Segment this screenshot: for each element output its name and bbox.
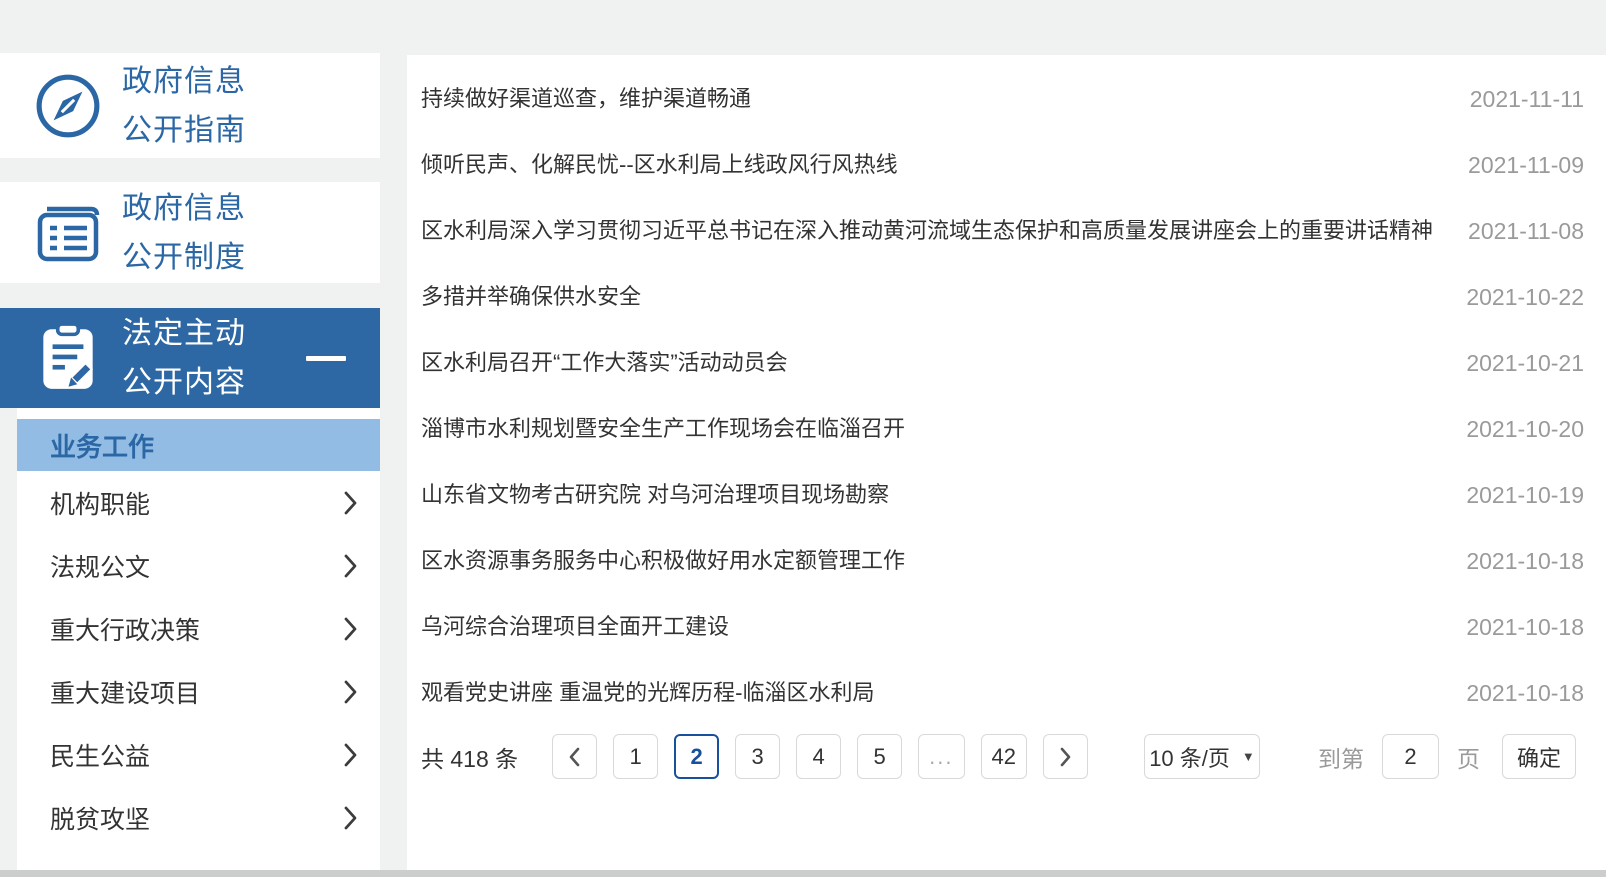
sidebar-menu-item-label: 脱贫攻坚 <box>50 805 151 834</box>
news-title-link[interactable]: 持续做好渠道巡查，维护渠道畅通 <box>421 66 1470 132</box>
total-count-label: 共 418 条 <box>421 745 519 772</box>
sidebar-item-gov-info-guide[interactable]: 政府信息 公开指南 <box>0 53 380 158</box>
goto-prefix-label: 到第 <box>1317 745 1364 772</box>
chevron-right-icon <box>343 553 358 579</box>
sidebar-item-gov-info-system[interactable]: 政府信息 公开制度 <box>0 182 380 283</box>
chevron-right-icon <box>343 490 358 516</box>
sidebar-menu-item[interactable]: 脱贫攻坚 <box>17 786 380 849</box>
pagination-bar: 共 418 条 12345... 42 10 条/页 ▼ 到第 页 <box>407 734 1606 779</box>
goto-page-group: 到第 页 确定 <box>1318 734 1576 779</box>
chevron-right-icon <box>343 742 358 768</box>
news-row: 区水利局深入学习贯彻习近平总书记在深入推动黄河流域生态保护和高质量发展讲座会上的… <box>421 198 1584 264</box>
news-date: 2021-10-19 <box>1466 481 1584 508</box>
news-date: 2021-10-18 <box>1466 547 1584 574</box>
page-number-buttons: 1 2 3 4 5... 42 <box>597 734 1027 779</box>
page-number-button[interactable]: 4 <box>796 734 842 779</box>
sidebar-menu-item[interactable]: 重大行政决策 <box>17 597 380 660</box>
news-title-link[interactable]: 多措并举确保供水安全 <box>421 264 1466 330</box>
sidebar-menu-item-label: 重大建设项目 <box>50 679 201 708</box>
news-title-link[interactable]: 山东省文物考古研究院 对乌河治理项目现场勘察 <box>421 462 1466 528</box>
chevron-left-icon <box>569 747 580 766</box>
page-number-button[interactable]: 3 <box>735 734 781 779</box>
dropdown-arrow-icon: ▼ <box>1241 749 1255 764</box>
news-date: 2021-11-11 <box>1469 85 1584 112</box>
page-size-label: 10 条/页 <box>1149 745 1230 771</box>
sidebar-submenu-item-business-work-active[interactable]: 业务工作 <box>17 419 380 471</box>
goto-suffix-label: 页 <box>1456 745 1480 772</box>
sidebar-item-label: 政府信息 公开指南 <box>122 64 246 147</box>
compass-icon <box>30 72 106 140</box>
chevron-right-icon <box>343 616 358 642</box>
sidebar-submenu-list: 机构职能 法规公文 重大行政决策 重大建设项目 民生公益 脱贫攻坚 <box>17 471 380 849</box>
news-date: 2021-11-08 <box>1468 217 1584 244</box>
prev-page-button[interactable] <box>552 734 598 779</box>
news-row: 持续做好渠道巡查，维护渠道畅通 2021-11-11 <box>421 66 1584 132</box>
sidebar-item-label: 政府信息 公开制度 <box>122 191 246 274</box>
page-ellipsis-button[interactable]: ... <box>918 734 965 779</box>
news-row: 区水资源事务服务中心积极做好用水定额管理工作 2021-10-18 <box>421 528 1584 594</box>
news-row: 多措并举确保供水安全 2021-10-22 <box>421 264 1584 330</box>
news-title-link[interactable]: 区水资源事务服务中心积极做好用水定额管理工作 <box>421 528 1466 594</box>
sidebar-menu-item-label: 机构职能 <box>50 490 151 519</box>
page-number-button[interactable]: 1 <box>613 734 659 779</box>
sidebar: 政府信息 公开指南 政府信息 公开制度 法定主动 公开内容 业务工作 机构职能 … <box>0 53 380 870</box>
news-title-link[interactable]: 区水利局深入学习贯彻习近平总书记在深入推动黄河流域生态保护和高质量发展讲座会上的… <box>421 198 1468 264</box>
page-number-button[interactable]: 2 <box>674 734 720 779</box>
sidebar-menu-item[interactable]: 民生公益 <box>17 723 380 786</box>
sidebar-menu-item[interactable]: 法规公文 <box>17 534 380 597</box>
news-date: 2021-10-18 <box>1466 613 1584 640</box>
page-size-select[interactable]: 10 条/页 ▼ <box>1143 734 1260 779</box>
sidebar-menu-item-label: 民生公益 <box>50 742 151 771</box>
chevron-right-icon <box>343 679 358 705</box>
bottom-scrollbar-track[interactable] <box>0 870 1606 877</box>
page-number-button[interactable]: 42 <box>980 734 1027 779</box>
news-row: 山东省文物考古研究院 对乌河治理项目现场勘察 2021-10-19 <box>421 462 1584 528</box>
next-page-button[interactable] <box>1042 734 1088 779</box>
news-title-link[interactable]: 倾听民声、化解民忧--区水利局上线政风行风热线 <box>421 132 1468 198</box>
sidebar-menu-item-label: 重大行政决策 <box>50 616 201 645</box>
sidebar-submenu-label: 业务工作 <box>50 431 155 462</box>
goto-page-input[interactable] <box>1381 734 1439 779</box>
news-date: 2021-10-21 <box>1466 349 1584 376</box>
document-list-icon <box>30 201 106 265</box>
news-title-link[interactable]: 区水利局召开“工作大落实”活动动员会 <box>421 330 1466 396</box>
sidebar-menu-item[interactable]: 重大建设项目 <box>17 660 380 723</box>
sidebar-item-label: 法定主动 公开内容 <box>122 317 246 399</box>
page-root: 政府信息 公开指南 政府信息 公开制度 法定主动 公开内容 业务工作 机构职能 … <box>0 0 1606 877</box>
news-date: 2021-10-20 <box>1466 415 1584 442</box>
news-row: 观看党史讲座 重温党的光辉历程-临淄区水利局 2021-10-18 <box>421 660 1584 726</box>
collapse-minus-icon[interactable] <box>306 355 346 361</box>
news-title-link[interactable]: 观看党史讲座 重温党的光辉历程-临淄区水利局 <box>421 660 1466 726</box>
sidebar-menu-item[interactable]: 机构职能 <box>17 471 380 534</box>
news-date: 2021-10-22 <box>1466 283 1584 310</box>
news-row: 倾听民声、化解民忧--区水利局上线政风行风热线 2021-11-09 <box>421 132 1584 198</box>
news-row: 区水利局召开“工作大落实”活动动员会 2021-10-21 <box>421 330 1584 396</box>
page-number-button[interactable]: 5 <box>857 734 903 779</box>
news-date: 2021-11-09 <box>1468 151 1584 178</box>
news-row: 乌河综合治理项目全面开工建设 2021-10-18 <box>421 594 1584 660</box>
sidebar-item-statutory-disclosure[interactable]: 法定主动 公开内容 <box>0 308 380 408</box>
news-list: 持续做好渠道巡查，维护渠道畅通 2021-11-11 倾听民声、化解民忧--区水… <box>407 55 1606 726</box>
sidebar-submenu: 业务工作 机构职能 法规公文 重大行政决策 重大建设项目 民生公益 脱贫攻坚 <box>17 408 380 870</box>
confirm-button[interactable]: 确定 <box>1501 734 1576 779</box>
news-date: 2021-10-18 <box>1466 679 1584 706</box>
news-row: 淄博市水利规划暨安全生产工作现场会在临淄召开 2021-10-20 <box>421 396 1584 462</box>
chevron-right-icon <box>1060 747 1071 766</box>
main-panel: 持续做好渠道巡查，维护渠道畅通 2021-11-11 倾听民声、化解民忧--区水… <box>407 55 1606 870</box>
clipboard-pencil-icon <box>30 321 106 395</box>
news-title-link[interactable]: 淄博市水利规划暨安全生产工作现场会在临淄召开 <box>421 396 1466 462</box>
news-title-link[interactable]: 乌河综合治理项目全面开工建设 <box>421 594 1466 660</box>
sidebar-menu-item-label: 法规公文 <box>50 553 151 582</box>
chevron-right-icon <box>343 805 358 831</box>
